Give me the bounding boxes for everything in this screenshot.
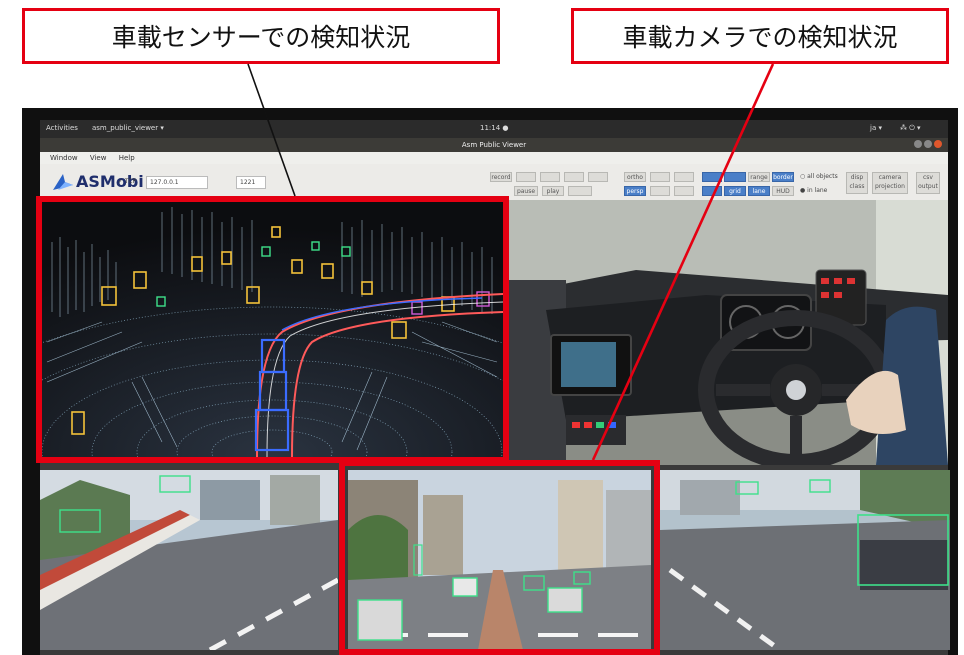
sensor-leader-line <box>247 63 296 197</box>
callout-leader-lines <box>247 63 775 461</box>
camera-leader-line <box>591 63 775 461</box>
